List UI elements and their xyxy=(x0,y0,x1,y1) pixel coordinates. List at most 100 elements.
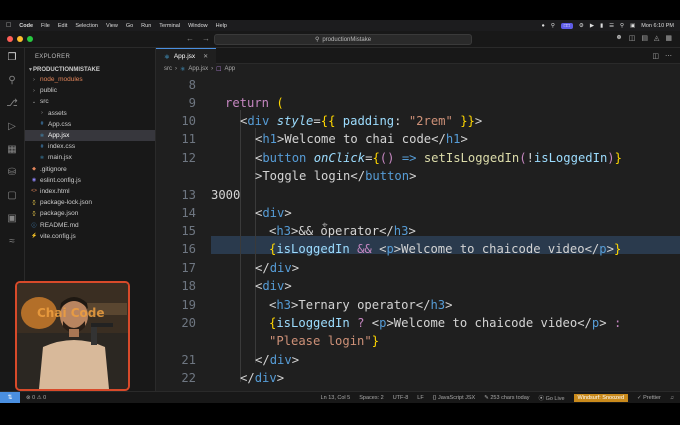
close-window-button[interactable] xyxy=(7,36,13,42)
toggle-panel-icon[interactable]: ▤ xyxy=(641,34,648,42)
tree-item-public[interactable]: › public xyxy=(25,85,155,96)
tree-item-assets[interactable]: › assets xyxy=(25,108,155,119)
code-line: </div> xyxy=(255,353,300,367)
copilot-icon[interactable]: ☻ xyxy=(615,34,622,42)
tree-item-src[interactable]: ⌄ src xyxy=(25,96,155,107)
windsurf-icon[interactable]: ≈ xyxy=(9,236,15,247)
explorer-icon[interactable]: ❐ xyxy=(8,52,17,63)
react-file-icon: ⚛ xyxy=(39,154,45,161)
menu-help[interactable]: Help xyxy=(216,23,227,29)
play-icon[interactable]: ▶ xyxy=(590,23,594,29)
json-file-icon: {} xyxy=(32,199,36,206)
breadcrumb-file[interactable]: App.jsx xyxy=(188,66,208,72)
go-live-button[interactable]: ⦿ Go Live xyxy=(539,394,565,402)
line-ending[interactable]: LF xyxy=(417,395,423,401)
source-control-icon[interactable]: ⎇ xyxy=(6,98,18,109)
close-tab-icon[interactable]: ✕ xyxy=(203,53,208,60)
tree-item-vite-config-js[interactable]: ⚡ vite.config.js xyxy=(25,231,155,242)
screen-share-badge[interactable]: □□ xyxy=(560,22,573,29)
search-icon[interactable]: ⚲ xyxy=(8,75,15,86)
line-number: 11 xyxy=(181,132,196,146)
line-number: 20 xyxy=(181,316,196,330)
language-mode[interactable]: {} JavaScript JSX xyxy=(433,395,476,401)
apple-icon[interactable]:  xyxy=(6,22,11,29)
split-editor-icon[interactable]: ◫ xyxy=(652,52,659,60)
maximize-window-button[interactable] xyxy=(27,36,33,42)
component-icon: ☐ xyxy=(216,66,222,73)
errors-icon[interactable]: ⊗ 0 ⚠ 0 xyxy=(26,395,46,401)
tab-label: App.jsx xyxy=(173,53,196,60)
tab-app-jsx[interactable]: ⚛ App.jsx ✕ xyxy=(156,48,217,64)
settings-icon[interactable]: ⚙ xyxy=(579,23,584,29)
project-root[interactable]: ▼ PRODUCTIONMISTAKE xyxy=(25,65,155,74)
toggle-sidebar-icon[interactable]: ◫ xyxy=(629,34,636,42)
menu-view[interactable]: View xyxy=(106,23,118,29)
code-line: <h3>&& operator</h3> xyxy=(269,224,416,238)
battery-icon[interactable]: ▮ xyxy=(600,23,603,29)
code-editor[interactable]: 8 9 10 11 12 13 14 15 16 17 18 19 20 21 … xyxy=(156,74,680,391)
breadcrumb-src[interactable]: src xyxy=(164,66,172,72)
line-number: 19 xyxy=(181,298,196,312)
tree-item-node-modules[interactable]: › node_modules xyxy=(25,74,155,85)
clock[interactable]: Mon 6:10 PM xyxy=(641,23,674,29)
menu-selection[interactable]: Selection xyxy=(75,23,98,29)
chars-today[interactable]: ✎ 253 chars today xyxy=(484,395,529,401)
tree-item-readme-md[interactable]: ⓘ README.md xyxy=(25,219,155,230)
minimize-window-button[interactable] xyxy=(17,36,23,42)
windsurf-status[interactable]: Windsurf: Snoozed xyxy=(573,393,628,402)
remote-indicator[interactable]: ⇅ xyxy=(0,391,20,404)
line-number: 16 xyxy=(181,242,196,256)
pencil-icon: ✎ xyxy=(484,394,489,401)
toggle-secondary-sidebar-icon[interactable]: ◬ xyxy=(654,34,659,42)
extensions-icon[interactable]: ▦ xyxy=(7,144,16,155)
tree-item-label: public xyxy=(40,87,57,95)
forward-arrow-icon[interactable]: → xyxy=(202,34,210,43)
run-debug-icon[interactable]: ▷ xyxy=(8,121,16,132)
line-number: 17 xyxy=(181,261,196,275)
back-arrow-icon[interactable]: ← xyxy=(186,34,194,43)
tree-item-eslint-config-js[interactable]: ◉ eslint.config.js xyxy=(25,175,155,186)
app-menu[interactable]: Code xyxy=(19,23,33,29)
tree-item-package-lock-json[interactable]: {} package-lock.json xyxy=(25,197,155,208)
menu-window[interactable]: Window xyxy=(188,23,208,29)
tree-item-app-css[interactable]: # App.css xyxy=(25,119,155,130)
control-center-icon[interactable]: ▣ xyxy=(630,23,635,29)
menu-edit[interactable]: Edit xyxy=(58,23,67,29)
docker-icon[interactable]: ▣ xyxy=(7,213,16,224)
menu-file[interactable]: File xyxy=(41,23,50,29)
tree-item-index-html[interactable]: <> index.html xyxy=(25,186,155,197)
code-line: <div> xyxy=(255,206,292,220)
tree-item-gitignore[interactable]: ◆ .gitignore xyxy=(25,164,155,175)
command-center-search[interactable]: ⚲ productionMistake xyxy=(214,34,472,45)
notifications-icon[interactable]: ♫ xyxy=(670,395,674,401)
tree-item-main-jsx[interactable]: ⚛ main.jsx xyxy=(25,152,155,163)
remote-explorer-icon[interactable]: ▢ xyxy=(7,190,16,201)
encoding[interactable]: UTF-8 xyxy=(393,395,409,401)
search-icon[interactable]: ⚲ xyxy=(620,23,624,29)
indent-guide xyxy=(240,110,241,382)
braces-icon: {} xyxy=(432,394,437,401)
wifi-icon[interactable]: ☰ xyxy=(609,23,614,29)
chevron-right-icon: › xyxy=(175,66,177,72)
menu-terminal[interactable]: Terminal xyxy=(159,23,180,29)
line-number: 9 xyxy=(188,96,196,110)
indentation[interactable]: Spaces: 2 xyxy=(359,395,383,401)
tree-item-app-jsx[interactable]: ⚛ App.jsx xyxy=(25,129,155,142)
menu-run[interactable]: Run xyxy=(141,23,151,29)
tree-item-label: package.json xyxy=(40,210,79,218)
shield-icon[interactable]: ⚲ xyxy=(551,23,555,29)
prettier-status[interactable]: ✓ Prettier xyxy=(637,395,661,401)
cursor-position[interactable]: Ln 13, Col 5 xyxy=(321,395,351,401)
tree-item-package-json[interactable]: {} package.json xyxy=(25,208,155,219)
chevron-down-icon: ⌄ xyxy=(31,98,37,105)
more-actions-icon[interactable]: ⋯ xyxy=(665,52,672,60)
database-icon[interactable]: ⛁ xyxy=(8,167,16,178)
menu-go[interactable]: Go xyxy=(126,23,133,29)
react-file-icon: ⚛ xyxy=(39,132,45,139)
record-icon[interactable]: ● xyxy=(542,23,545,29)
command-center-text: productionMistake xyxy=(322,36,372,43)
breadcrumb-symbol[interactable]: App xyxy=(224,66,235,72)
customize-layout-icon[interactable]: ▦ xyxy=(665,34,672,42)
react-icon: ⚛ xyxy=(180,66,186,73)
tree-item-index-css[interactable]: # index.css xyxy=(25,141,155,152)
